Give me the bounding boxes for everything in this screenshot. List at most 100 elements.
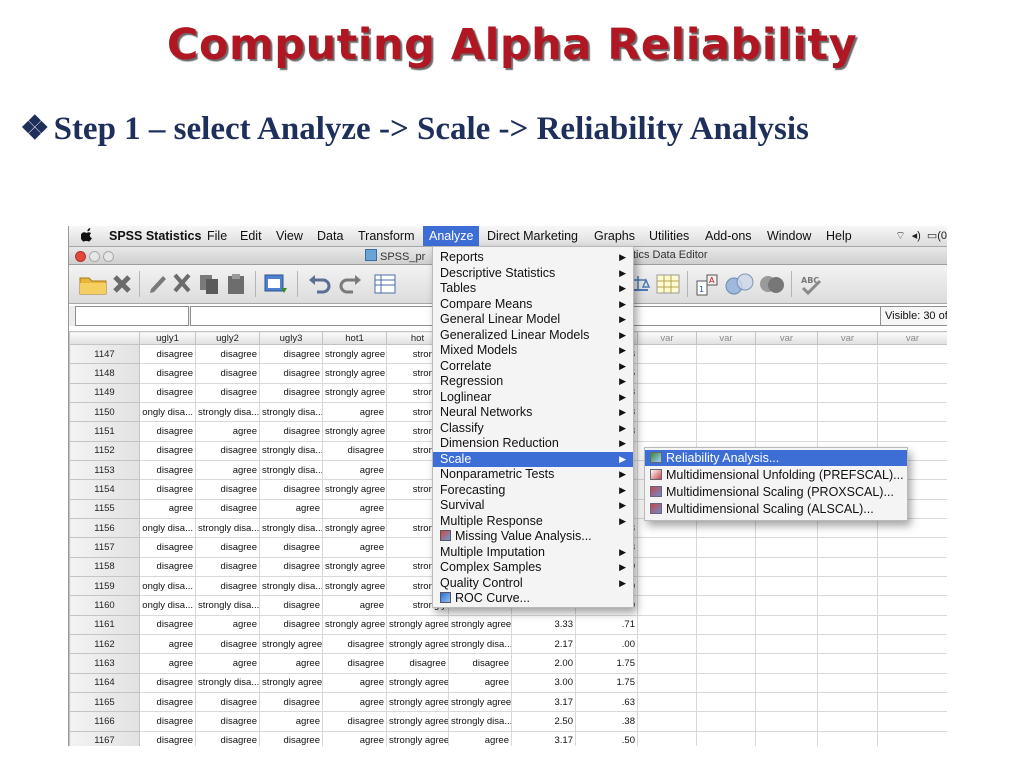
data-cell[interactable] xyxy=(637,537,697,558)
row-number[interactable]: 1153 xyxy=(69,459,140,481)
row-number[interactable]: 1161 xyxy=(69,614,140,635)
data-cell[interactable] xyxy=(637,691,697,713)
data-cell[interactable]: strongly agree xyxy=(386,672,449,693)
data-cell[interactable]: strongly agree xyxy=(259,633,323,655)
data-cell[interactable]: disagree xyxy=(139,363,196,384)
data-cell[interactable]: strongly disa... xyxy=(195,517,260,539)
data-cell[interactable]: agree xyxy=(448,672,512,693)
column-header[interactable]: var xyxy=(637,331,697,345)
data-cell[interactable] xyxy=(877,691,947,713)
analyze-menu-item-generalized-linear-models[interactable]: Generalized Linear Models ▶ xyxy=(433,328,633,344)
analyze-menu-item-forecasting[interactable]: Forecasting ▶ xyxy=(433,483,633,499)
data-cell[interactable]: .63 xyxy=(575,691,638,713)
data-cell[interactable] xyxy=(755,421,818,442)
scale-submenu-item-prefscal[interactable]: Multidimensional Unfolding (PREFSCAL)... xyxy=(645,467,907,483)
row-number[interactable]: 1156 xyxy=(69,517,140,539)
data-cell[interactable] xyxy=(817,556,878,577)
row-number[interactable]: 1164 xyxy=(69,672,140,693)
open-folder-icon[interactable] xyxy=(79,272,107,296)
data-cell[interactable]: strongly disa... xyxy=(195,595,260,616)
data-cell[interactable] xyxy=(696,537,756,558)
analyze-menu-item-tables[interactable]: Tables ▶ xyxy=(433,281,633,297)
minimize-window-icon[interactable] xyxy=(89,251,100,262)
data-cell[interactable]: strongly disa... xyxy=(195,401,260,423)
data-cell[interactable]: strongly disa... xyxy=(259,401,323,423)
use-sets-icon[interactable] xyxy=(723,272,757,296)
row-number[interactable]: 1147 xyxy=(69,343,140,365)
data-cell[interactable] xyxy=(637,382,697,403)
row-number[interactable]: 1149 xyxy=(69,382,140,403)
analyze-menu-item-descriptive-statistics[interactable]: Descriptive Statistics ▶ xyxy=(433,266,633,282)
copy-icon[interactable] xyxy=(197,272,221,296)
data-cell[interactable]: disagree xyxy=(259,730,323,746)
data-cell[interactable]: disagree xyxy=(259,382,323,403)
column-header[interactable]: var xyxy=(817,331,878,345)
data-cell[interactable]: strongly agree xyxy=(386,691,449,713)
data-cell[interactable] xyxy=(877,653,947,674)
data-cell[interactable] xyxy=(696,711,756,732)
data-cell[interactable] xyxy=(817,614,878,635)
data-cell[interactable]: agree xyxy=(259,653,323,674)
data-cell[interactable]: agree xyxy=(322,672,387,693)
data-cell[interactable] xyxy=(637,556,697,577)
data-cell[interactable] xyxy=(755,537,818,558)
dialog-recall-icon[interactable] xyxy=(263,272,289,296)
data-cell[interactable] xyxy=(755,382,818,403)
analyze-menu-item-nonparametric-tests[interactable]: Nonparametric Tests ▶ xyxy=(433,467,633,483)
data-cell[interactable]: disagree xyxy=(195,363,260,384)
data-cell[interactable]: disagree xyxy=(139,614,196,635)
analyze-menu-item-classify[interactable]: Classify ▶ xyxy=(433,421,633,437)
data-cell[interactable]: agree xyxy=(195,653,260,674)
data-cell[interactable]: disagree xyxy=(259,479,323,500)
data-cell[interactable] xyxy=(637,421,697,442)
data-cell[interactable]: strongly agree xyxy=(322,614,387,635)
wifi-icon[interactable]: ⌔ xyxy=(895,230,905,242)
analyze-menu-item-missing-value-analysis[interactable]: Missing Value Analysis... xyxy=(433,529,633,545)
data-cell[interactable] xyxy=(755,672,818,693)
data-cell[interactable] xyxy=(877,730,947,746)
data-cell[interactable]: 1.75 xyxy=(575,672,638,693)
analyze-menu-item-complex-samples[interactable]: Complex Samples ▶ xyxy=(433,560,633,576)
data-cell[interactable]: .71 xyxy=(575,614,638,635)
scale-submenu-item-proxscal[interactable]: Multidimensional Scaling (PROXSCAL)... xyxy=(645,484,907,500)
data-cell[interactable]: agree xyxy=(322,691,387,713)
data-cell[interactable] xyxy=(755,633,818,655)
close-x-icon[interactable] xyxy=(111,272,133,296)
data-cell[interactable] xyxy=(817,672,878,693)
menu-edit[interactable]: Edit xyxy=(240,229,262,243)
column-header[interactable]: ugly3 xyxy=(259,331,323,345)
cell-reference-field[interactable] xyxy=(75,306,189,326)
data-cell[interactable] xyxy=(755,614,818,635)
row-number[interactable]: 1166 xyxy=(69,711,140,732)
scale-submenu-item-reliability[interactable]: Reliability Analysis... xyxy=(645,450,907,466)
data-cell[interactable]: strongly agree xyxy=(448,614,512,635)
data-cell[interactable] xyxy=(696,556,756,577)
apple-icon[interactable] xyxy=(81,228,93,242)
data-cell[interactable]: agree xyxy=(322,459,387,481)
data-cell[interactable] xyxy=(755,691,818,713)
goto-case-icon[interactable] xyxy=(373,272,399,296)
data-cell[interactable]: ongly disa... xyxy=(139,575,196,597)
row-number[interactable]: 1148 xyxy=(69,363,140,384)
data-cell[interactable]: disagree xyxy=(259,363,323,384)
data-cell[interactable]: .00 xyxy=(575,633,638,655)
data-cell[interactable]: disagree xyxy=(386,653,449,674)
data-cell[interactable]: disagree xyxy=(322,711,387,732)
data-cell[interactable]: strongly agree xyxy=(322,363,387,384)
data-cell[interactable] xyxy=(877,401,947,423)
analyze-menu-item-correlate[interactable]: Correlate ▶ xyxy=(433,359,633,375)
data-cell[interactable]: strongly disa... xyxy=(259,440,323,461)
data-cell[interactable]: strongly disa... xyxy=(259,459,323,481)
data-cell[interactable] xyxy=(696,575,756,597)
analyze-menu-item-multiple-response[interactable]: Multiple Response ▶ xyxy=(433,514,633,530)
column-header[interactable]: ugly2 xyxy=(195,331,260,345)
data-cell[interactable]: 3.17 xyxy=(511,691,576,713)
analyze-menu-item-general-linear-model[interactable]: General Linear Model ▶ xyxy=(433,312,633,328)
data-cell[interactable]: agree xyxy=(322,537,387,558)
menu-transform[interactable]: Transform xyxy=(358,229,415,243)
data-cell[interactable]: disagree xyxy=(259,556,323,577)
data-cell[interactable]: strongly agree xyxy=(322,343,387,365)
data-cell[interactable] xyxy=(817,633,878,655)
data-cell[interactable] xyxy=(877,517,947,539)
menu-utilities[interactable]: Utilities xyxy=(649,229,689,243)
